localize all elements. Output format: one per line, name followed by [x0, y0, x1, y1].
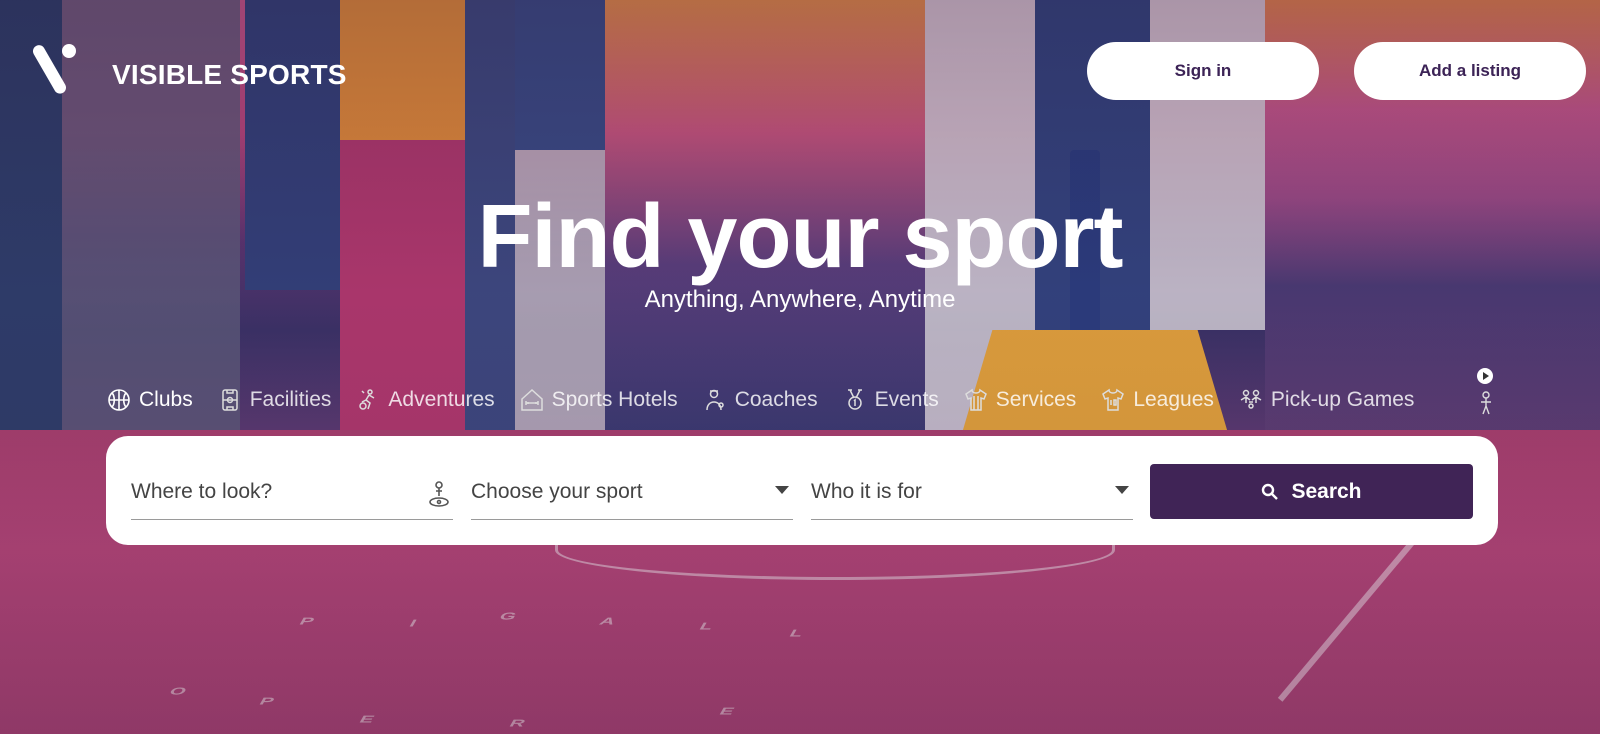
location-input[interactable]: Where to look? — [131, 464, 453, 520]
hotel-dumbbell-icon — [519, 387, 545, 413]
medal-icon — [842, 387, 868, 413]
sport-placeholder: Choose your sport — [471, 479, 643, 503]
tab-adventures[interactable]: Adventures — [355, 387, 495, 413]
hero-title: Find your sport — [477, 187, 1124, 287]
tab-facilities[interactable]: Facilities — [217, 387, 332, 413]
more-category-icon — [1478, 390, 1494, 416]
brand-logo[interactable]: VISIBLE SPORTS — [20, 43, 347, 100]
category-tabs: Clubs Facilities Adventures Sports Hotel… — [106, 380, 1438, 420]
tab-services[interactable]: Services — [963, 387, 1077, 413]
location-pin-icon[interactable] — [427, 480, 451, 513]
add-listing-button[interactable]: Add a listing — [1354, 42, 1586, 100]
chevron-down-icon — [775, 486, 789, 494]
tab-label: Sports Hotels — [551, 388, 678, 411]
hero-background-image: P I G A L L O P E R E — [0, 0, 1600, 734]
tab-label: Adventures — [388, 388, 495, 411]
basketball-icon — [106, 387, 132, 413]
jersey-icon — [1100, 387, 1126, 413]
tab-label: Facilities — [249, 388, 332, 411]
referee-shirt-icon — [963, 387, 989, 413]
tab-label: Events — [874, 388, 939, 411]
sign-in-button[interactable]: Sign in — [1087, 42, 1319, 100]
audience-placeholder: Who it is for — [811, 479, 922, 503]
search-button-label: Search — [1291, 479, 1362, 503]
tab-pick-up-games[interactable]: Pick-up Games — [1238, 387, 1415, 413]
tab-label: Clubs — [139, 388, 193, 411]
search-panel: Where to look? Choose your sport Who it … — [106, 436, 1498, 545]
tab-clubs[interactable]: Clubs — [106, 387, 193, 413]
climber-icon — [355, 387, 381, 413]
brand-logo-mark-icon — [20, 43, 80, 100]
tab-coaches[interactable]: Coaches — [702, 387, 818, 413]
coach-icon — [702, 387, 728, 413]
tab-label: Coaches — [734, 388, 818, 411]
players-icon — [1238, 387, 1264, 413]
tab-label: Services — [995, 388, 1077, 411]
brand-name: VISIBLE SPORTS — [112, 59, 347, 90]
search-icon — [1262, 483, 1279, 500]
sport-select[interactable]: Choose your sport — [471, 464, 793, 520]
tab-leagues[interactable]: Leagues — [1100, 387, 1214, 413]
tab-label: Leagues — [1133, 388, 1214, 411]
chevron-down-icon — [1115, 486, 1129, 494]
search-button[interactable]: Search — [1150, 464, 1473, 519]
hero-subtitle: Anything, Anywhere, Anytime — [644, 286, 956, 313]
location-placeholder: Where to look? — [131, 479, 273, 503]
tab-sports-hotels[interactable]: Sports Hotels — [519, 387, 678, 413]
tab-label: Pick-up Games — [1270, 388, 1415, 411]
court-icon — [217, 387, 243, 413]
tabs-scroll-right-button[interactable] — [1477, 368, 1493, 384]
audience-select[interactable]: Who it is for — [811, 464, 1133, 520]
tab-events[interactable]: Events — [842, 387, 939, 413]
